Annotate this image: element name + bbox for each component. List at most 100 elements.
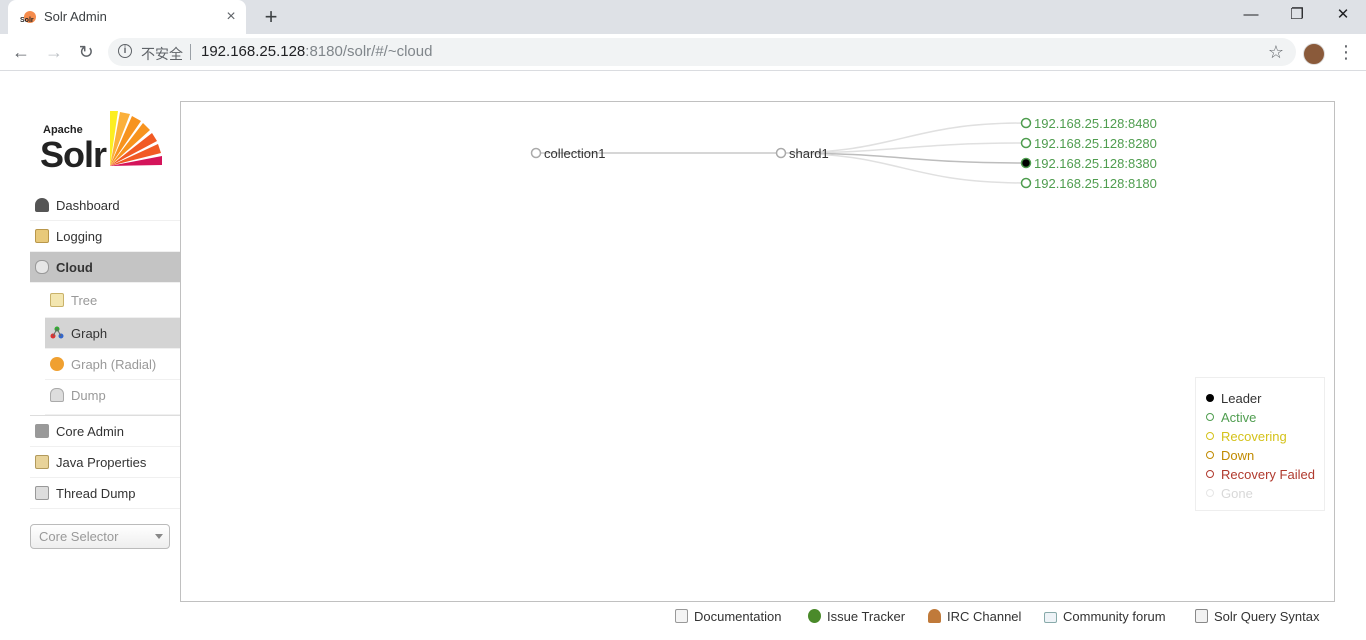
menu-item-label: Thread Dump bbox=[56, 486, 136, 501]
menu-item-label: Java Properties bbox=[56, 455, 147, 470]
menu-item-graph-radial[interactable]: Graph (Radial) bbox=[45, 349, 180, 380]
footer: Documentation Issue Tracker IRC Channel … bbox=[0, 604, 1366, 630]
node-replica[interactable]: 192.168.25.128:8480 bbox=[1020, 116, 1157, 131]
close-tab-icon[interactable]: × bbox=[220, 6, 242, 28]
solr-logo[interactable]: Apache Solr bbox=[40, 108, 165, 175]
svg-text:Solr: Solr bbox=[20, 17, 34, 24]
profile-avatar[interactable] bbox=[1303, 43, 1325, 65]
menu-item-core-admin[interactable]: Core Admin bbox=[30, 415, 180, 447]
browser-menu-icon[interactable]: ⋮ bbox=[1337, 42, 1355, 62]
replica-node-circle bbox=[1020, 137, 1032, 149]
minimize-button[interactable]: — bbox=[1228, 0, 1274, 30]
menu-item-dump[interactable]: Dump bbox=[45, 380, 180, 415]
node-shard[interactable]: shard1 bbox=[775, 146, 829, 161]
back-arrow-icon[interactable]: ← bbox=[9, 40, 33, 64]
menu-item-dashboard[interactable]: Dashboard bbox=[30, 190, 180, 221]
core-admin-icon bbox=[35, 424, 49, 438]
footer-link-query-syntax[interactable]: Solr Query Syntax bbox=[1195, 609, 1320, 624]
solr-sun-icon bbox=[110, 111, 162, 166]
dump-icon bbox=[50, 388, 64, 402]
java-properties-icon bbox=[35, 455, 49, 469]
menu-item-label: Graph bbox=[71, 326, 108, 341]
dashboard-icon bbox=[35, 198, 49, 212]
cloud-icon bbox=[35, 260, 49, 274]
cloud-submenu: Tree Graph Graph (Radial) Dump bbox=[45, 283, 180, 415]
url-separator bbox=[190, 44, 191, 60]
address-bar[interactable]: i 不安全 192.168.25.128:8180/solr/#/~cloud … bbox=[108, 38, 1296, 66]
reload-icon[interactable]: ↻ bbox=[74, 40, 98, 64]
collection-label: collection1 bbox=[544, 146, 605, 161]
footer-link-issue-tracker[interactable]: Issue Tracker bbox=[808, 609, 905, 624]
replica-node-circle bbox=[1020, 157, 1032, 169]
menu-item-label: Dump bbox=[71, 388, 106, 403]
bookmark-star-icon[interactable]: ☆ bbox=[1268, 42, 1284, 63]
restore-button[interactable]: ❐ bbox=[1274, 0, 1320, 30]
info-icon[interactable]: i bbox=[118, 44, 132, 58]
security-label[interactable]: 不安全 bbox=[141, 44, 183, 64]
query-syntax-icon bbox=[1195, 609, 1208, 623]
footer-link-label: Community forum bbox=[1063, 609, 1166, 624]
close-window-button[interactable]: ✕ bbox=[1320, 0, 1366, 30]
legend-dot bbox=[1206, 451, 1214, 459]
mail-icon bbox=[1044, 612, 1057, 623]
menu-item-label: Cloud bbox=[56, 260, 93, 275]
legend-label: Down bbox=[1221, 448, 1255, 463]
document-icon bbox=[675, 609, 688, 623]
legend-dot bbox=[1206, 432, 1214, 440]
cloud-graph-panel: collection1 shard1 192.168.25.128:8480 1… bbox=[180, 101, 1335, 602]
menu-item-thread-dump[interactable]: Thread Dump bbox=[30, 478, 180, 509]
chevron-down-icon bbox=[155, 534, 163, 539]
replica-node-circle bbox=[1020, 117, 1032, 129]
shard-label: shard1 bbox=[789, 146, 829, 161]
footer-link-label: IRC Channel bbox=[947, 609, 1022, 624]
footer-link-label: Documentation bbox=[694, 609, 782, 624]
node-replica[interactable]: 192.168.25.128:8180 bbox=[1020, 176, 1157, 191]
replica-label: 192.168.25.128:8480 bbox=[1034, 116, 1157, 131]
node-replica[interactable]: 192.168.25.128:8280 bbox=[1020, 136, 1157, 151]
legend-label: Gone bbox=[1221, 486, 1253, 501]
legend-dot bbox=[1206, 413, 1214, 421]
tab-title: Solr Admin bbox=[44, 9, 107, 24]
menu-item-label: Core Admin bbox=[56, 424, 124, 439]
replica-label: 192.168.25.128:8180 bbox=[1034, 176, 1157, 191]
node-replica-leader[interactable]: 192.168.25.128:8380 bbox=[1020, 156, 1157, 171]
irc-icon bbox=[928, 609, 941, 623]
menu-item-cloud[interactable]: Cloud bbox=[30, 252, 180, 283]
forward-arrow-icon[interactable]: → bbox=[42, 40, 66, 64]
new-tab-button[interactable]: + bbox=[259, 5, 283, 29]
logging-icon bbox=[35, 229, 49, 243]
shard-node-circle bbox=[775, 147, 787, 159]
url-path: :8180/solr/#/~cloud bbox=[305, 43, 433, 60]
menu-item-graph[interactable]: Graph bbox=[45, 318, 180, 349]
main-menu: Dashboard Logging Cloud Tree Graph Graph… bbox=[30, 190, 180, 509]
replica-node-circle bbox=[1020, 177, 1032, 189]
menu-item-java-properties[interactable]: Java Properties bbox=[30, 447, 180, 478]
footer-link-community-forum[interactable]: Community forum bbox=[1044, 609, 1166, 624]
footer-link-label: Solr Query Syntax bbox=[1214, 609, 1320, 624]
replica-label: 192.168.25.128:8380 bbox=[1034, 156, 1157, 171]
menu-item-label: Logging bbox=[56, 229, 103, 244]
legend-dot bbox=[1206, 394, 1214, 402]
footer-link-irc-channel[interactable]: IRC Channel bbox=[928, 609, 1021, 624]
footer-link-label: Issue Tracker bbox=[827, 609, 906, 624]
logo-solr-text: Solr bbox=[40, 134, 107, 175]
graph-icon bbox=[50, 326, 64, 339]
legend-label: Recovering bbox=[1221, 429, 1287, 444]
legend-label: Recovery Failed bbox=[1221, 467, 1315, 482]
menu-item-tree[interactable]: Tree bbox=[45, 283, 180, 318]
graph-radial-icon bbox=[50, 357, 64, 371]
menu-item-logging[interactable]: Logging bbox=[30, 221, 180, 252]
legend-dot bbox=[1206, 489, 1214, 497]
tab-strip: Solr Solr Admin × + — ❐ ✕ bbox=[0, 0, 1366, 34]
footer-link-documentation[interactable]: Documentation bbox=[675, 609, 781, 624]
bug-icon bbox=[808, 609, 821, 623]
url-text[interactable]: 192.168.25.128:8180/solr/#/~cloud bbox=[201, 43, 432, 60]
legend-label: Active bbox=[1221, 410, 1257, 425]
replica-label: 192.168.25.128:8280 bbox=[1034, 136, 1157, 151]
browser-toolbar: ← → ↻ i 不安全 192.168.25.128:8180/solr/#/~… bbox=[0, 34, 1366, 71]
browser-tab[interactable]: Solr Solr Admin × bbox=[8, 0, 246, 34]
core-selector-label: Core Selector bbox=[39, 529, 119, 544]
legend-dot bbox=[1206, 470, 1214, 478]
thread-dump-icon bbox=[35, 486, 49, 500]
core-selector-dropdown[interactable]: Core Selector bbox=[30, 524, 170, 549]
